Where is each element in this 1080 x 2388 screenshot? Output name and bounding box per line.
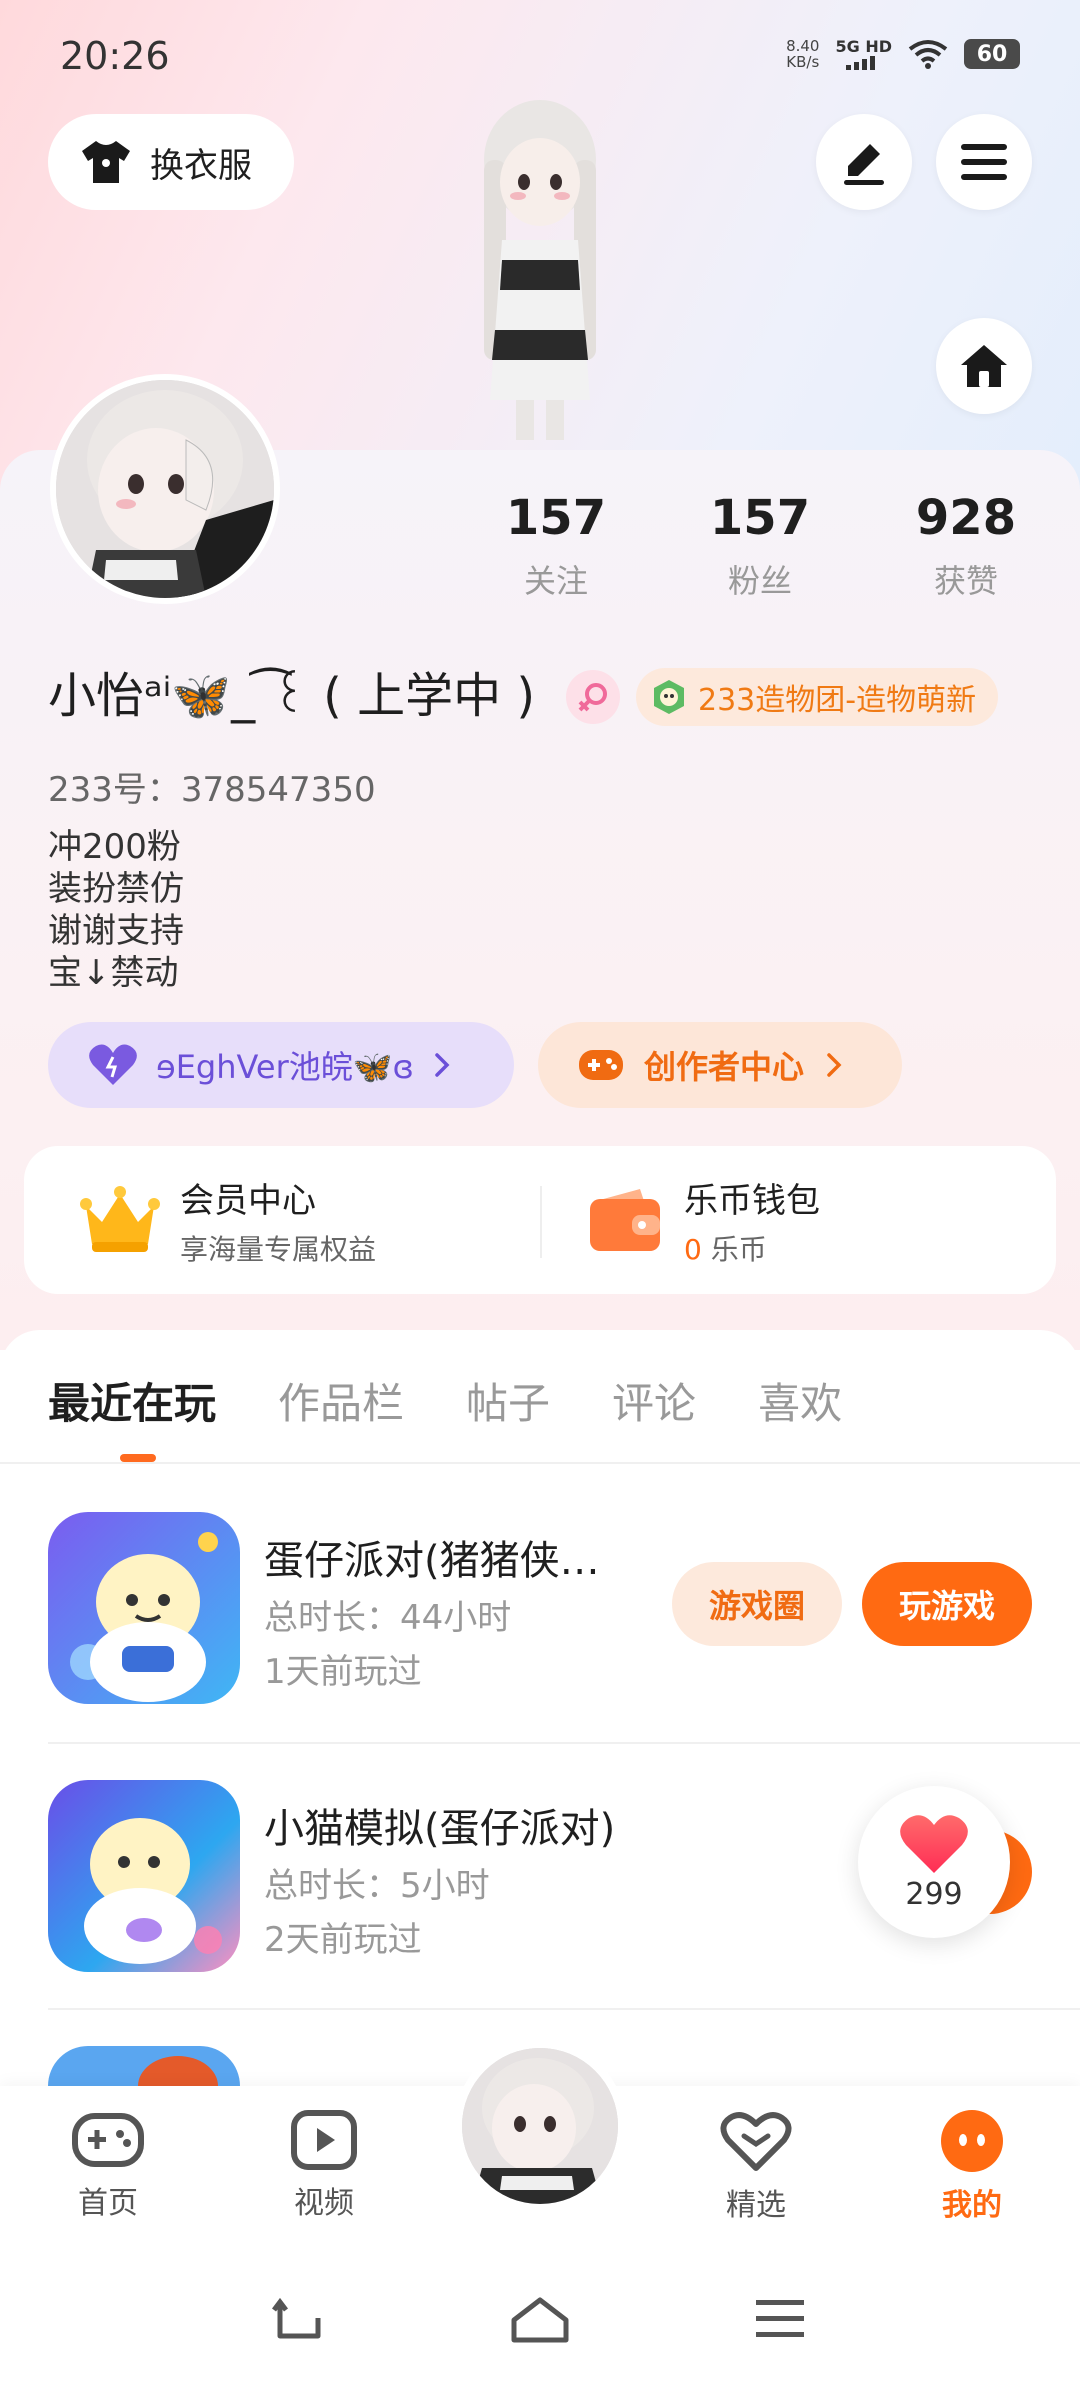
- gamepad-icon: [579, 1050, 623, 1080]
- creator-center-label: 创作者中心: [644, 1048, 805, 1086]
- stat-following[interactable]: 157 关注: [476, 490, 636, 602]
- stat-followers-label: 粉丝: [727, 562, 792, 600]
- stat-likes-label: 获赞: [933, 562, 998, 600]
- bio-line: 谢谢支持: [48, 911, 184, 951]
- menu-icon: [961, 144, 1007, 180]
- divider: [540, 1186, 542, 1258]
- member-center-title: 会员中心: [180, 1180, 316, 1221]
- bio-line: 装扮禁仿: [48, 869, 184, 909]
- stat-likes-value: 928: [915, 490, 1017, 546]
- gamepad-icon: [72, 2113, 144, 2167]
- game-icon-partial: [48, 2046, 240, 2086]
- system-back-icon[interactable]: [270, 2296, 326, 2344]
- services-card: 会员中心 享海量专属权益 乐币钱包 0 乐币: [24, 1146, 1056, 1294]
- profile-tabs: 最近在玩 作品栏 帖子 评论 喜欢: [48, 1370, 842, 1431]
- game-title: 小猫模拟(蛋仔派对): [264, 1806, 616, 1852]
- team-logo-icon: [654, 680, 684, 714]
- nav-featured[interactable]: 精选: [686, 2110, 826, 2224]
- change-outfit-label: 换衣服: [150, 145, 252, 186]
- signal-icon: 5G HD: [835, 38, 892, 70]
- fan-group-label: ɘEghVer池皖🦋ɞ: [156, 1048, 414, 1086]
- nav-home[interactable]: 首页: [38, 2110, 178, 2222]
- nav-featured-label: 精选: [726, 2188, 786, 2223]
- member-center-button[interactable]: 会员中心 享海量专属权益: [80, 1146, 376, 1294]
- divider: [0, 1462, 1080, 1464]
- crown-icon: [80, 1186, 160, 1252]
- me-icon: [941, 2110, 1003, 2172]
- stat-following-label: 关注: [523, 562, 588, 600]
- nav-me[interactable]: 我的: [902, 2110, 1042, 2224]
- system-menu-icon[interactable]: [756, 2296, 804, 2340]
- stat-followers[interactable]: 157 粉丝: [680, 490, 840, 602]
- bio-line: 宝↓禁动: [48, 953, 179, 993]
- game-duration: 总时长：44小时: [264, 1598, 512, 1638]
- user-id: 233号：378547350: [48, 770, 376, 810]
- fan-group-button[interactable]: ɘEghVer池皖🦋ɞ: [48, 1022, 514, 1108]
- wallet-title: 乐币钱包: [684, 1180, 820, 1221]
- change-outfit-button[interactable]: 换衣服: [48, 114, 294, 210]
- avatar: [462, 2048, 618, 2204]
- wallet-button[interactable]: 乐币钱包 0 乐币: [588, 1146, 820, 1294]
- stat-followers-value: 157: [709, 490, 811, 546]
- battery-icon: 60: [964, 39, 1020, 69]
- tshirt-icon: [82, 141, 130, 183]
- nav-video[interactable]: 视频: [254, 2110, 394, 2222]
- tab-likes[interactable]: 喜欢: [758, 1370, 842, 1431]
- play-game-button[interactable]: 玩游戏: [862, 1562, 1032, 1646]
- game-icon-eggy-party: [48, 1512, 240, 1704]
- game-duration: 总时长：5小时: [264, 1866, 490, 1906]
- heart-game-icon: [720, 2112, 792, 2171]
- divider: [48, 2008, 1080, 2010]
- female-gender-icon: [566, 670, 620, 724]
- tab-works[interactable]: 作品栏: [278, 1370, 404, 1431]
- wallet-balance: 0 乐币: [684, 1228, 820, 1268]
- game-row[interactable]: 蛋仔派对(猪猪侠… 总时长：44小时 1天前玩过 游戏圈 玩游戏: [0, 1466, 1080, 1732]
- pen-icon: [844, 144, 884, 185]
- wallet-icon: [590, 1189, 660, 1251]
- nav-home-label: 首页: [78, 2186, 138, 2221]
- team-badge-label: 233造物团-造物萌新: [698, 683, 977, 718]
- chevron-right-icon: [827, 1053, 842, 1077]
- bio: 冲200粉 装扮禁仿 谢谢支持 宝↓禁动: [48, 826, 184, 994]
- play-icon: [291, 2110, 357, 2170]
- heart-icon: [900, 1814, 968, 1873]
- stat-following-value: 157: [505, 490, 607, 546]
- like-button[interactable]: 299: [858, 1786, 1010, 1938]
- edit-profile-button[interactable]: [816, 114, 912, 210]
- wifi-icon: [908, 40, 948, 69]
- character-avatar-figure[interactable]: [440, 100, 640, 450]
- house-icon: [961, 345, 1007, 387]
- tab-indicator: [120, 1454, 156, 1462]
- tab-recently-played[interactable]: 最近在玩: [48, 1370, 216, 1431]
- bio-line: 冲200粉: [48, 827, 181, 867]
- username: 小怡ᵃⁱ🦋_ ͡꒰ ( 上学中 ): [48, 668, 536, 724]
- game-last-played: 2天前玩过: [264, 1920, 422, 1960]
- heart-icon: [89, 1044, 137, 1085]
- creator-center-button[interactable]: 创作者中心: [538, 1022, 902, 1108]
- nav-me-label: 我的: [942, 2188, 1002, 2223]
- status-time: 20:26: [60, 34, 170, 78]
- team-badge[interactable]: 233造物团-造物萌新: [636, 668, 999, 726]
- tab-comments[interactable]: 评论: [612, 1370, 696, 1431]
- stat-likes[interactable]: 928 获赞: [886, 490, 1046, 602]
- net-speed: 8.40 KB/s: [786, 37, 820, 71]
- wallet-amount: 0: [684, 1232, 702, 1266]
- profile-avatar[interactable]: [50, 374, 280, 604]
- tab-posts[interactable]: 帖子: [466, 1370, 550, 1431]
- status-icons: 8.40 KB/s 5G HD 60: [786, 38, 1020, 70]
- nav-avatar-button[interactable]: [454, 2040, 626, 2212]
- game-circle-button[interactable]: 游戏圈: [672, 1562, 842, 1646]
- home-button[interactable]: [936, 318, 1032, 414]
- member-center-subtitle: 享海量专属权益: [180, 1232, 377, 1266]
- like-count: 299: [905, 1876, 963, 1912]
- wallet-unit: 乐币: [710, 1232, 767, 1266]
- game-title: 蛋仔派对(猪猪侠…: [264, 1538, 600, 1584]
- system-home-icon[interactable]: [510, 2296, 570, 2344]
- game-icon-cat-sim: [48, 1780, 240, 1972]
- chevron-right-icon: [435, 1053, 450, 1077]
- game-last-played: 1天前玩过: [264, 1652, 422, 1692]
- menu-button[interactable]: [936, 114, 1032, 210]
- nav-video-label: 视频: [294, 2186, 354, 2221]
